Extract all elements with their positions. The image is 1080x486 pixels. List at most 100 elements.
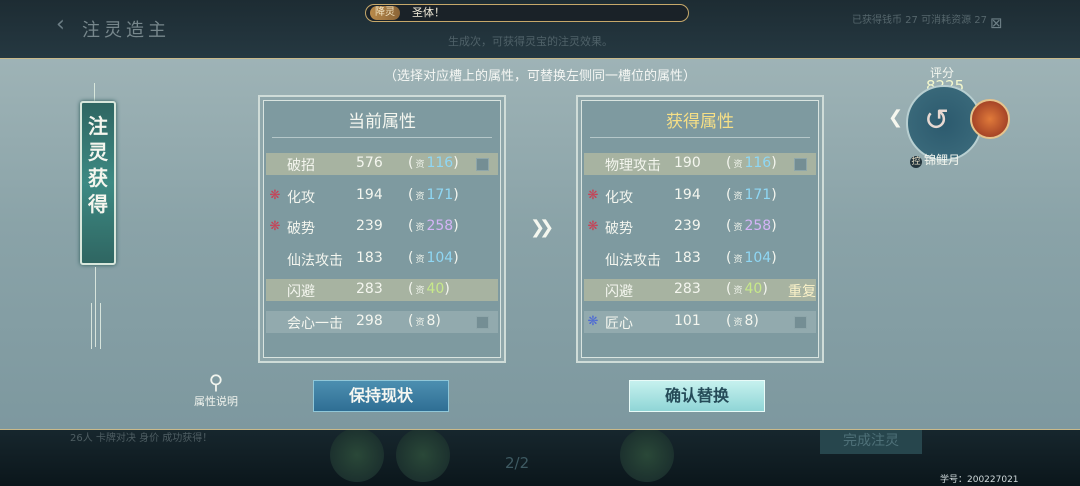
craft-gem-icon: ❋ bbox=[587, 314, 599, 329]
quality-number: 40 bbox=[744, 281, 763, 298]
attribute-name: 闪避 bbox=[287, 284, 315, 301]
attribute-row[interactable]: ❋ 化攻 194 (资 171) bbox=[584, 185, 816, 207]
quality-prefix: 资 bbox=[415, 191, 425, 202]
tassel-fringe bbox=[91, 303, 101, 349]
quality-prefix: 资 bbox=[733, 191, 743, 202]
quality-prefix: 资 bbox=[733, 223, 743, 234]
attribute-row[interactable]: 物理攻击 190 (资 116) bbox=[584, 153, 816, 175]
attribute-name: 匠心 bbox=[605, 316, 633, 332]
scroll-char: 灵 bbox=[88, 140, 108, 164]
quality-value: (资 8) bbox=[726, 313, 759, 329]
attribute-help[interactable]: ⚲ 属性说明 bbox=[176, 371, 256, 409]
quality-prefix: 资 bbox=[733, 286, 743, 297]
rune-gem-icon: ❋ bbox=[587, 187, 599, 203]
quality-prefix: 资 bbox=[733, 254, 743, 265]
artifact-name: 锦鲤月 bbox=[924, 153, 961, 167]
select-checkbox[interactable] bbox=[476, 158, 489, 171]
quality-value: (资 104) bbox=[726, 249, 777, 266]
attribute-name: 破招 bbox=[287, 158, 315, 174]
scroll-char: 获 bbox=[88, 166, 108, 190]
item-slot-icon bbox=[396, 428, 450, 482]
attribute-value: 298 bbox=[356, 313, 383, 329]
attribute-name: 破势 bbox=[605, 221, 633, 238]
quality-value: (资 8) bbox=[408, 313, 441, 329]
double-chevron-right-icon: ❯❯ bbox=[530, 217, 554, 238]
chevron-left-icon[interactable]: ❮ bbox=[888, 107, 903, 128]
attribute-name: 仙法攻击 bbox=[605, 252, 661, 269]
rune-gem-icon: ❋ bbox=[269, 219, 281, 235]
quality-number: 104 bbox=[744, 249, 772, 266]
attribute-row[interactable]: 仙法攻击 183 (资 104) bbox=[266, 248, 498, 270]
attribute-row[interactable]: 会心一击 298 (资 8) bbox=[266, 311, 498, 333]
quality-value: (资 40) bbox=[408, 281, 450, 298]
attribute-row[interactable]: ❋ 匠心 101 (资 8) bbox=[584, 311, 816, 333]
attribute-value: 101 bbox=[674, 313, 701, 329]
item-slot-icon bbox=[330, 428, 384, 482]
banner-message: 圣体！ bbox=[412, 6, 445, 19]
attribute-row[interactable]: 仙法攻击 183 (资 104) bbox=[584, 248, 816, 270]
quality-prefix: 资 bbox=[415, 254, 425, 265]
select-checkbox[interactable] bbox=[476, 316, 489, 329]
attribute-name: 闪避 bbox=[605, 284, 633, 301]
attribute-row[interactable]: 闪避 283 (资 40) 重复 bbox=[584, 279, 816, 302]
quality-value: (资 104) bbox=[408, 249, 459, 266]
quality-number: 258 bbox=[744, 218, 772, 235]
quality-value: (资 116) bbox=[726, 155, 777, 171]
panel-title: 当前属性 bbox=[348, 112, 416, 132]
attribute-row[interactable]: ❋ 化攻 194 (资 171) bbox=[266, 185, 498, 207]
attribute-row[interactable]: 破招 576 (资 116) bbox=[266, 153, 498, 175]
close-icon[interactable]: ⊠ bbox=[990, 14, 1003, 32]
attribute-value: 194 bbox=[356, 186, 383, 203]
artifact-info: 评分 8225 ❮ ↺ 控锦鲤月 bbox=[884, 59, 1024, 169]
keep-current-button[interactable]: 保持现状 bbox=[314, 381, 448, 411]
attribute-value: 194 bbox=[674, 186, 701, 203]
attribute-name: 化攻 bbox=[605, 189, 633, 206]
current-attributes-panel: 当前属性 破招 576 (资 116) ❋ 化攻 194 (资 171) ❋ 破势 239 (资 258)… bbox=[258, 95, 506, 363]
attribute-row[interactable]: ❋ 破势 239 (资 258) bbox=[584, 216, 816, 238]
attribute-value: 183 bbox=[674, 249, 701, 266]
quality-number: 40 bbox=[426, 281, 445, 298]
item-slot-icon bbox=[620, 428, 674, 482]
quality-value: (资 116) bbox=[408, 155, 459, 171]
quality-number: 116 bbox=[744, 155, 772, 171]
attribute-value: 283 bbox=[356, 281, 383, 298]
banner-tag: 降灵 bbox=[370, 6, 400, 20]
attribute-value: 190 bbox=[674, 155, 701, 171]
lock-icon: 控 bbox=[910, 156, 922, 168]
scroll-char: 注 bbox=[88, 114, 108, 138]
panel-title: 获得属性 bbox=[666, 112, 734, 132]
attribute-name: 会心一击 bbox=[287, 316, 343, 332]
quality-number: 258 bbox=[426, 218, 454, 235]
obtained-attributes-panel: 获得属性 物理攻击 190 (资 116) ❋ 化攻 194 (资 171) ❋ 破势 239 (资 25… bbox=[576, 95, 824, 363]
quality-value: (资 171) bbox=[726, 186, 777, 203]
select-checkbox[interactable] bbox=[794, 316, 807, 329]
help-label: 属性说明 bbox=[194, 395, 238, 408]
divider bbox=[590, 137, 810, 138]
fire-orb-icon[interactable] bbox=[970, 99, 1010, 139]
quality-value: (资 258) bbox=[726, 218, 777, 235]
background-notice: 26人 卡牌对决 身价 成功获得！ bbox=[70, 433, 213, 444]
attribute-value: 239 bbox=[356, 218, 383, 235]
artifact-name-row: 控锦鲤月 bbox=[910, 151, 960, 168]
background-title: 注灵造主 bbox=[82, 20, 170, 41]
attribute-value: 283 bbox=[674, 281, 701, 298]
attribute-row[interactable]: 闪避 283 (资 40) bbox=[266, 279, 498, 302]
confirm-replace-button[interactable]: 确认替换 bbox=[630, 381, 764, 411]
attribute-name: 破势 bbox=[287, 221, 315, 238]
scroll-cord bbox=[94, 83, 95, 103]
rune-gem-icon: ❋ bbox=[587, 219, 599, 235]
help-icon[interactable]: ⚲ bbox=[176, 371, 256, 393]
scroll-char: 得 bbox=[88, 192, 108, 216]
scroll-banner: 注灵获得 bbox=[80, 101, 116, 265]
attribute-row[interactable]: ❋ 破势 239 (资 258) bbox=[266, 216, 498, 238]
duplicate-label: 重复 bbox=[788, 284, 816, 301]
quality-value: (资 258) bbox=[408, 218, 459, 235]
quality-prefix: 资 bbox=[733, 318, 743, 328]
attribute-replace-dialog: （选择对应槽上的属性，可替换左侧同一槽位的属性） 注灵获得 ⚲ 属性说明 当前属… bbox=[0, 58, 1080, 430]
select-checkbox[interactable] bbox=[794, 158, 807, 171]
quality-prefix: 资 bbox=[415, 286, 425, 297]
back-arrow-icon[interactable]: ‹ bbox=[56, 12, 65, 37]
background-resources: 已获得钱币 27 可消耗资源 27 bbox=[852, 15, 987, 26]
scroll-title: 注灵获得 bbox=[82, 113, 114, 217]
attribute-name: 化攻 bbox=[287, 189, 315, 206]
